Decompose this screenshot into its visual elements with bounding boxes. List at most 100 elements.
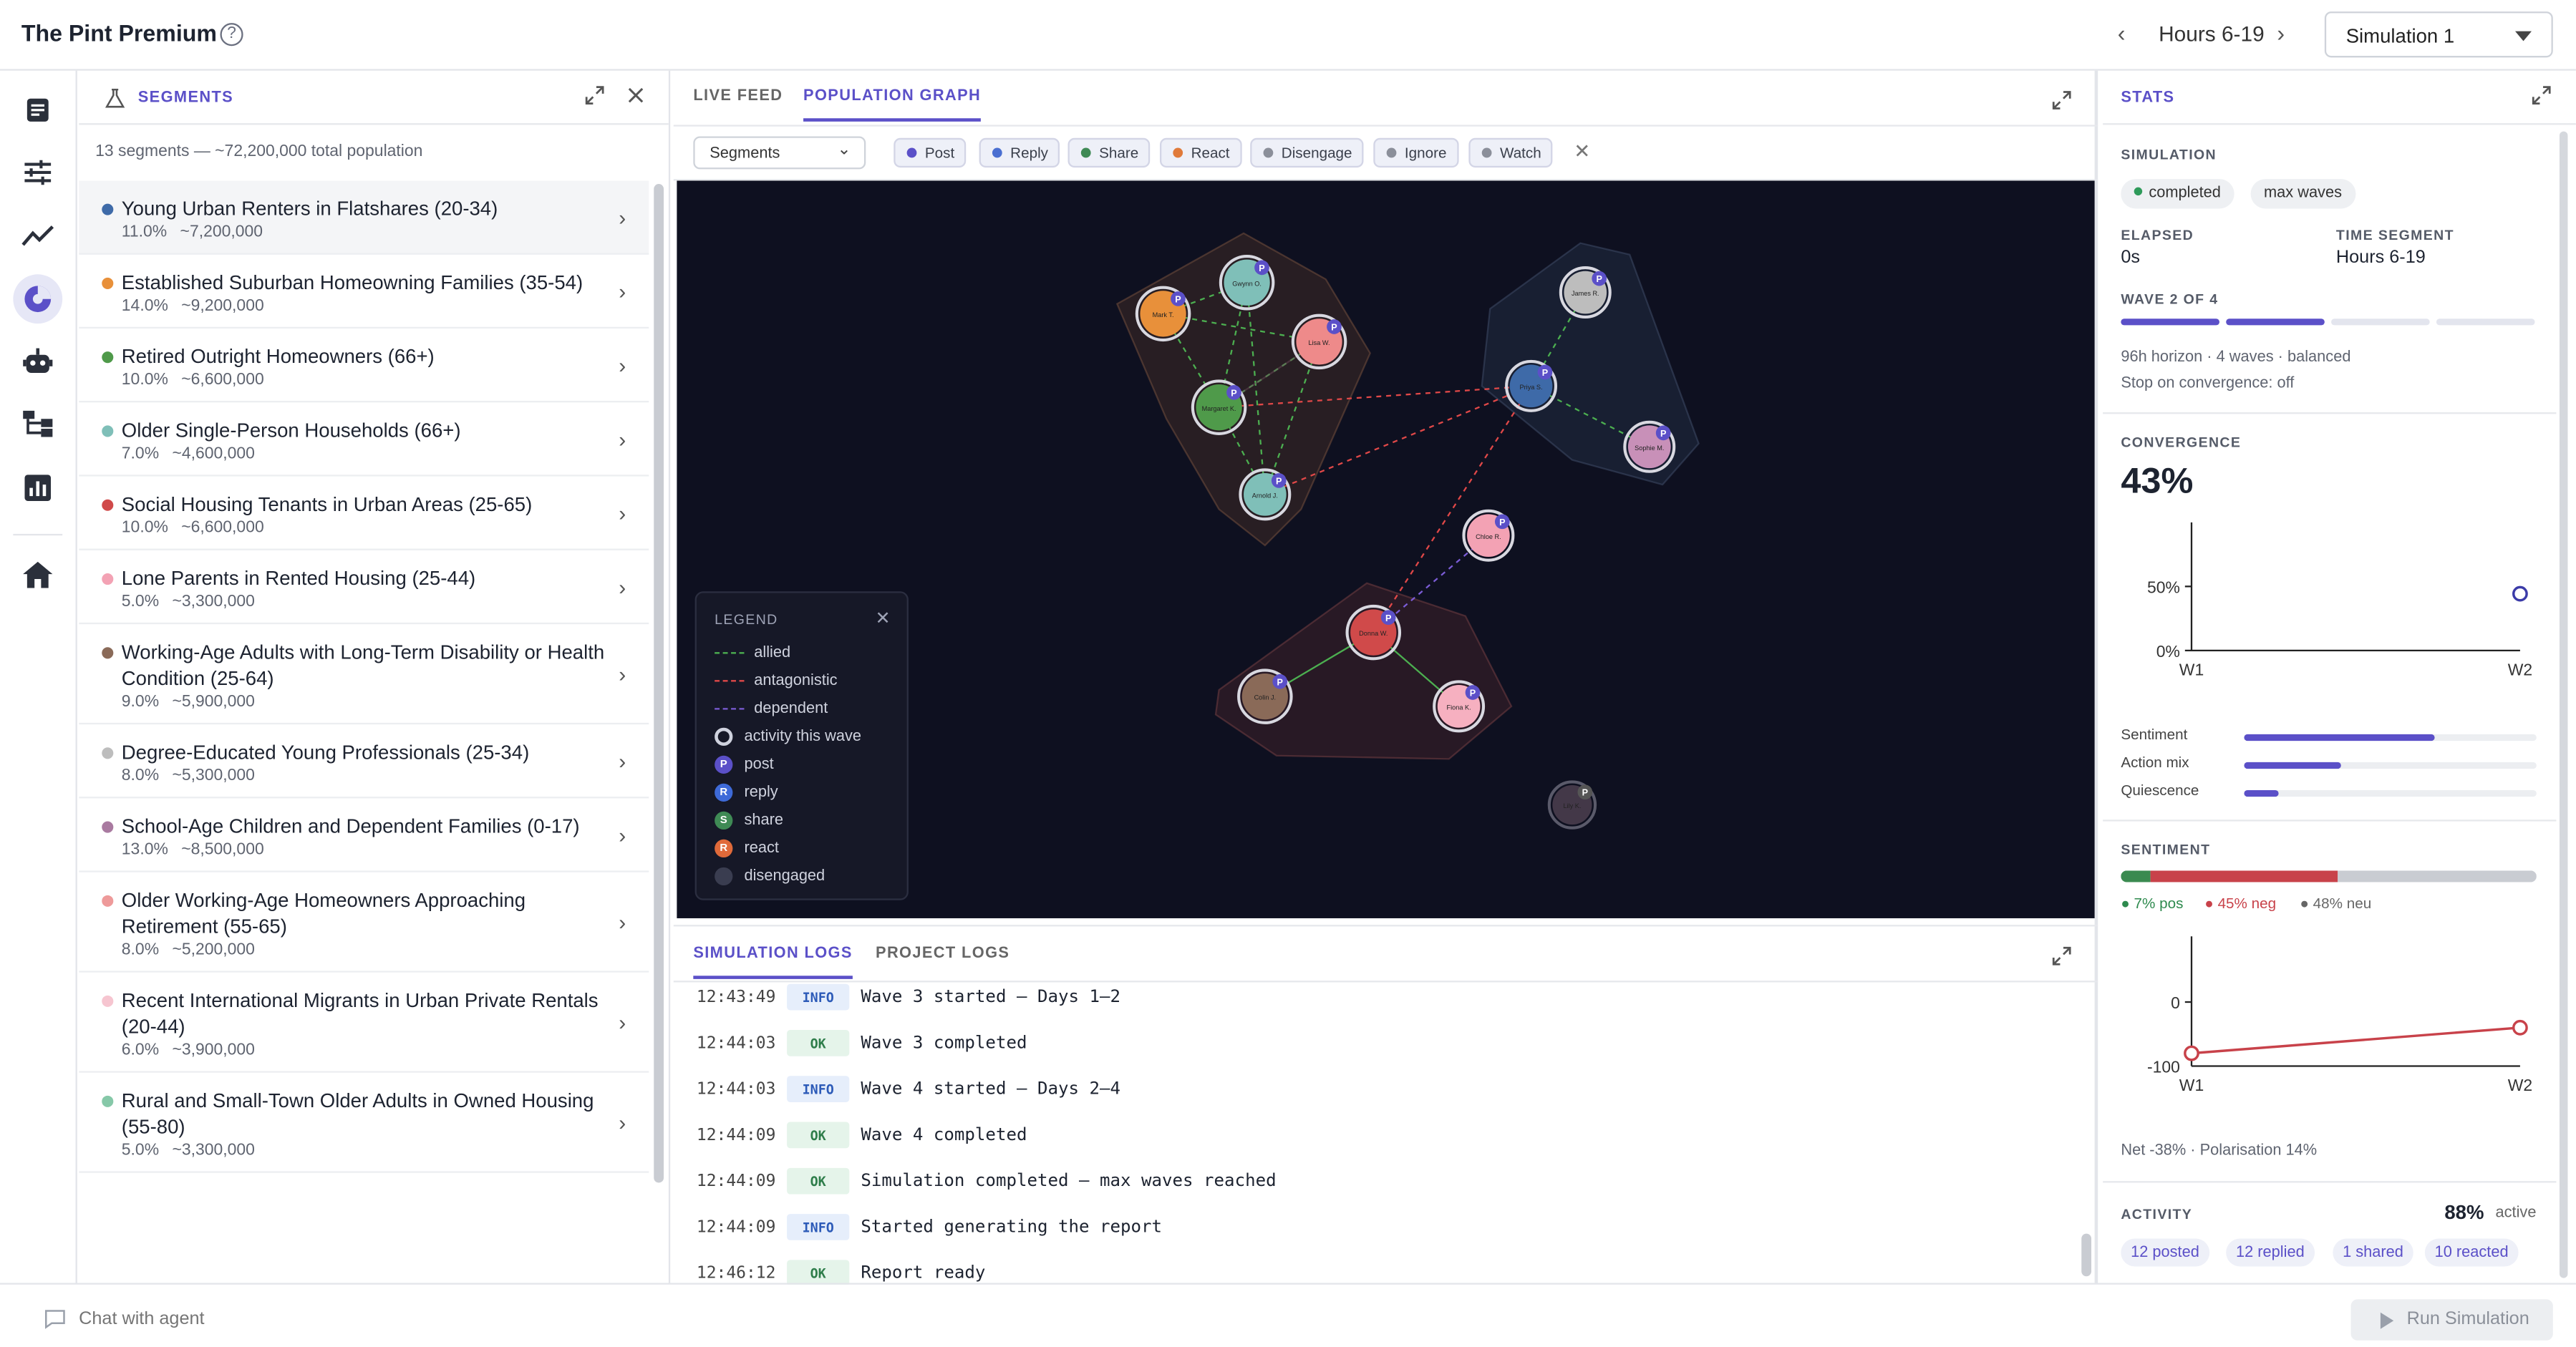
graph-node[interactable]: Chloe R. P <box>1462 509 1515 562</box>
prev-hours-button[interactable]: ‹ <box>2118 20 2126 47</box>
segment-item[interactable]: Young Urban Renters in Flatshares (20-34… <box>79 180 649 255</box>
stats-scrollbar[interactable] <box>2559 131 2568 1278</box>
node-label: Arnold J. <box>1252 492 1278 499</box>
trend-icon[interactable] <box>13 212 62 261</box>
graph-node[interactable]: Margaret K. P <box>1191 379 1247 435</box>
graph-node[interactable]: Colin J.P <box>1237 668 1293 724</box>
y-tick-label: 50% <box>2147 578 2180 597</box>
time-segment-label: TIME SEGMENT <box>2335 226 2454 243</box>
filter-chip-watch[interactable]: Watch <box>1468 137 1553 168</box>
log-message: Wave 4 completed <box>861 1125 1027 1145</box>
logs-scrollbar[interactable] <box>2081 1233 2092 1277</box>
segment-pop: ~3,300,000 <box>172 1142 255 1160</box>
graph-node[interactable]: Fiona K. P <box>1433 680 1486 733</box>
segment-item[interactable]: Established Suburban Homeowning Families… <box>79 255 649 329</box>
graph-node[interactable]: Priya S. P <box>1505 359 1558 412</box>
segment-item[interactable]: Retired Outright Homeowners (66+) 10.0% ~6… <box>79 329 649 403</box>
help-icon[interactable]: ? <box>220 23 243 47</box>
node-label: Donna W. <box>1359 630 1388 637</box>
filter-chip-post[interactable]: Post <box>894 137 967 168</box>
activity-chip[interactable]: 12 replied <box>2226 1238 2315 1267</box>
pie-chart-icon[interactable] <box>13 274 63 324</box>
graph-node[interactable]: Sophie M. P <box>1623 420 1676 473</box>
sliders-icon[interactable] <box>13 148 62 198</box>
segment-item[interactable]: Degree-Educated Young Professionals (25-… <box>79 724 649 799</box>
activity-chip[interactable]: 1 shared <box>2333 1238 2413 1267</box>
segment-item[interactable]: School-Age Children and Dependent Famili… <box>79 798 649 872</box>
log-level-badge: INFO <box>787 1214 850 1240</box>
convergence-bar-track <box>2244 789 2537 797</box>
filter-chip-share[interactable]: Share <box>1067 137 1151 168</box>
hierarchy-icon[interactable] <box>13 399 62 449</box>
chevron-right-icon: › <box>619 661 626 687</box>
center-tabs: LIVE FEED POPULATION GRAPH <box>673 71 2098 127</box>
graph-node[interactable]: Mark T.P <box>1135 286 1191 342</box>
filter-chip-ignore[interactable]: Ignore <box>1373 137 1458 168</box>
log-message: Wave 4 started — Days 2–4 <box>861 1079 1121 1099</box>
tab-population-graph[interactable]: POPULATION GRAPH <box>803 87 982 122</box>
flask-icon <box>105 87 125 117</box>
bar-chart-icon[interactable] <box>13 463 62 512</box>
document-icon[interactable] <box>13 85 62 135</box>
segment-item[interactable]: Social Housing Tenants in Urban Areas (2… <box>79 477 649 550</box>
graph-node[interactable]: Arnold J. P <box>1239 468 1292 521</box>
chat-input[interactable] <box>39 1303 697 1336</box>
expand-icon[interactable] <box>2532 85 2552 110</box>
graph-node[interactable]: Lily K.P <box>1547 780 1597 830</box>
expand-icon[interactable] <box>585 85 605 110</box>
stats-title: STATS <box>2121 88 2175 107</box>
tab-project-logs[interactable]: PROJECT LOGS <box>876 945 1009 976</box>
graph-node[interactable]: Donna W. P <box>1345 604 1402 661</box>
segment-item[interactable]: Working-Age Adults with Long-Term Disabi… <box>79 624 649 725</box>
segment-item[interactable]: Older Working-Age Homeowners Approaching… <box>79 872 649 973</box>
log-message: Report ready <box>861 1263 986 1283</box>
filter-chip-reply[interactable]: Reply <box>979 137 1060 168</box>
filter-chip-disengage[interactable]: Disengage <box>1250 137 1364 168</box>
clear-filters-icon[interactable]: ✕ <box>1574 140 1590 162</box>
segment-item[interactable]: Rural and Small-Town Older Adults in Own… <box>79 1073 649 1173</box>
graph-node[interactable]: Gwynn O. P <box>1219 254 1275 311</box>
run-simulation-button[interactable]: Run Simulation <box>2350 1299 2553 1341</box>
caret-down-icon <box>2515 31 2532 42</box>
segment-name-text: Social Housing Tenants in Urban Areas (2… <box>121 492 533 516</box>
log-level-badge: OK <box>787 1030 850 1056</box>
segments-filter-select[interactable]: Segments ⌄ <box>693 136 866 170</box>
segment-item[interactable]: Recent International Migrants in Urban P… <box>79 973 649 1073</box>
graph-node[interactable]: Lisa W.P <box>1291 313 1347 370</box>
post-badge-letter: P <box>1276 476 1282 486</box>
tab-live-feed[interactable]: LIVE FEED <box>693 87 783 119</box>
population-graph[interactable]: Mark T. P Gwynn O. P Lisa W. P Margaret K. P Arn… <box>677 180 2095 918</box>
segment-meta: 6.0% ~3,900,000 <box>122 1041 606 1059</box>
activity-chip[interactable]: 12 posted <box>2121 1238 2209 1267</box>
graph-node[interactable]: James R. P <box>1559 266 1612 319</box>
post-badge-letter: P <box>1331 323 1337 333</box>
filter-chip-react[interactable]: React <box>1159 137 1241 168</box>
center-panel: LIVE FEED POPULATION GRAPH Segments ⌄ Po… <box>673 70 2098 1285</box>
legend-close-icon[interactable]: ✕ <box>876 608 891 629</box>
log-message: Wave 3 completed <box>861 1033 1027 1054</box>
segment-color-dot <box>102 1095 114 1107</box>
next-hours-button[interactable]: › <box>2277 20 2285 47</box>
segment-pct: 9.0% <box>121 693 160 711</box>
logs-tabs: SIMULATION LOGS PROJECT LOGS <box>673 926 2098 983</box>
divider <box>2103 1181 2557 1183</box>
home-icon[interactable] <box>13 550 62 600</box>
segment-pop: ~8,500,000 <box>181 841 264 860</box>
log-level-badge: OK <box>787 1167 850 1195</box>
activity-chip[interactable]: 10 reacted <box>2424 1238 2519 1267</box>
segments-scrollbar[interactable] <box>654 184 664 1183</box>
segment-item[interactable]: Older Single-Person Households (66+) 7.0%… <box>79 402 649 477</box>
expand-icon[interactable] <box>2052 89 2072 118</box>
close-icon[interactable] <box>628 85 644 108</box>
expand-icon[interactable] <box>2052 945 2072 974</box>
log-row: 12:44:09 OK Wave 4 completed <box>697 1119 1027 1152</box>
log-time: 12:44:09 <box>696 1126 776 1144</box>
wave-progress-segment <box>2331 318 2430 326</box>
segment-item[interactable]: Lone Parents in Rented Housing (25-44) 5.… <box>79 550 649 625</box>
wave-progress-segment <box>2121 318 2220 326</box>
robot-icon[interactable] <box>13 336 62 386</box>
convergence-bar-fill <box>2244 789 2280 797</box>
tab-simulation-logs[interactable]: SIMULATION LOGS <box>693 945 853 979</box>
simulation-select[interactable]: Simulation 1 <box>2324 11 2553 58</box>
chevron-right-icon: › <box>619 279 626 304</box>
